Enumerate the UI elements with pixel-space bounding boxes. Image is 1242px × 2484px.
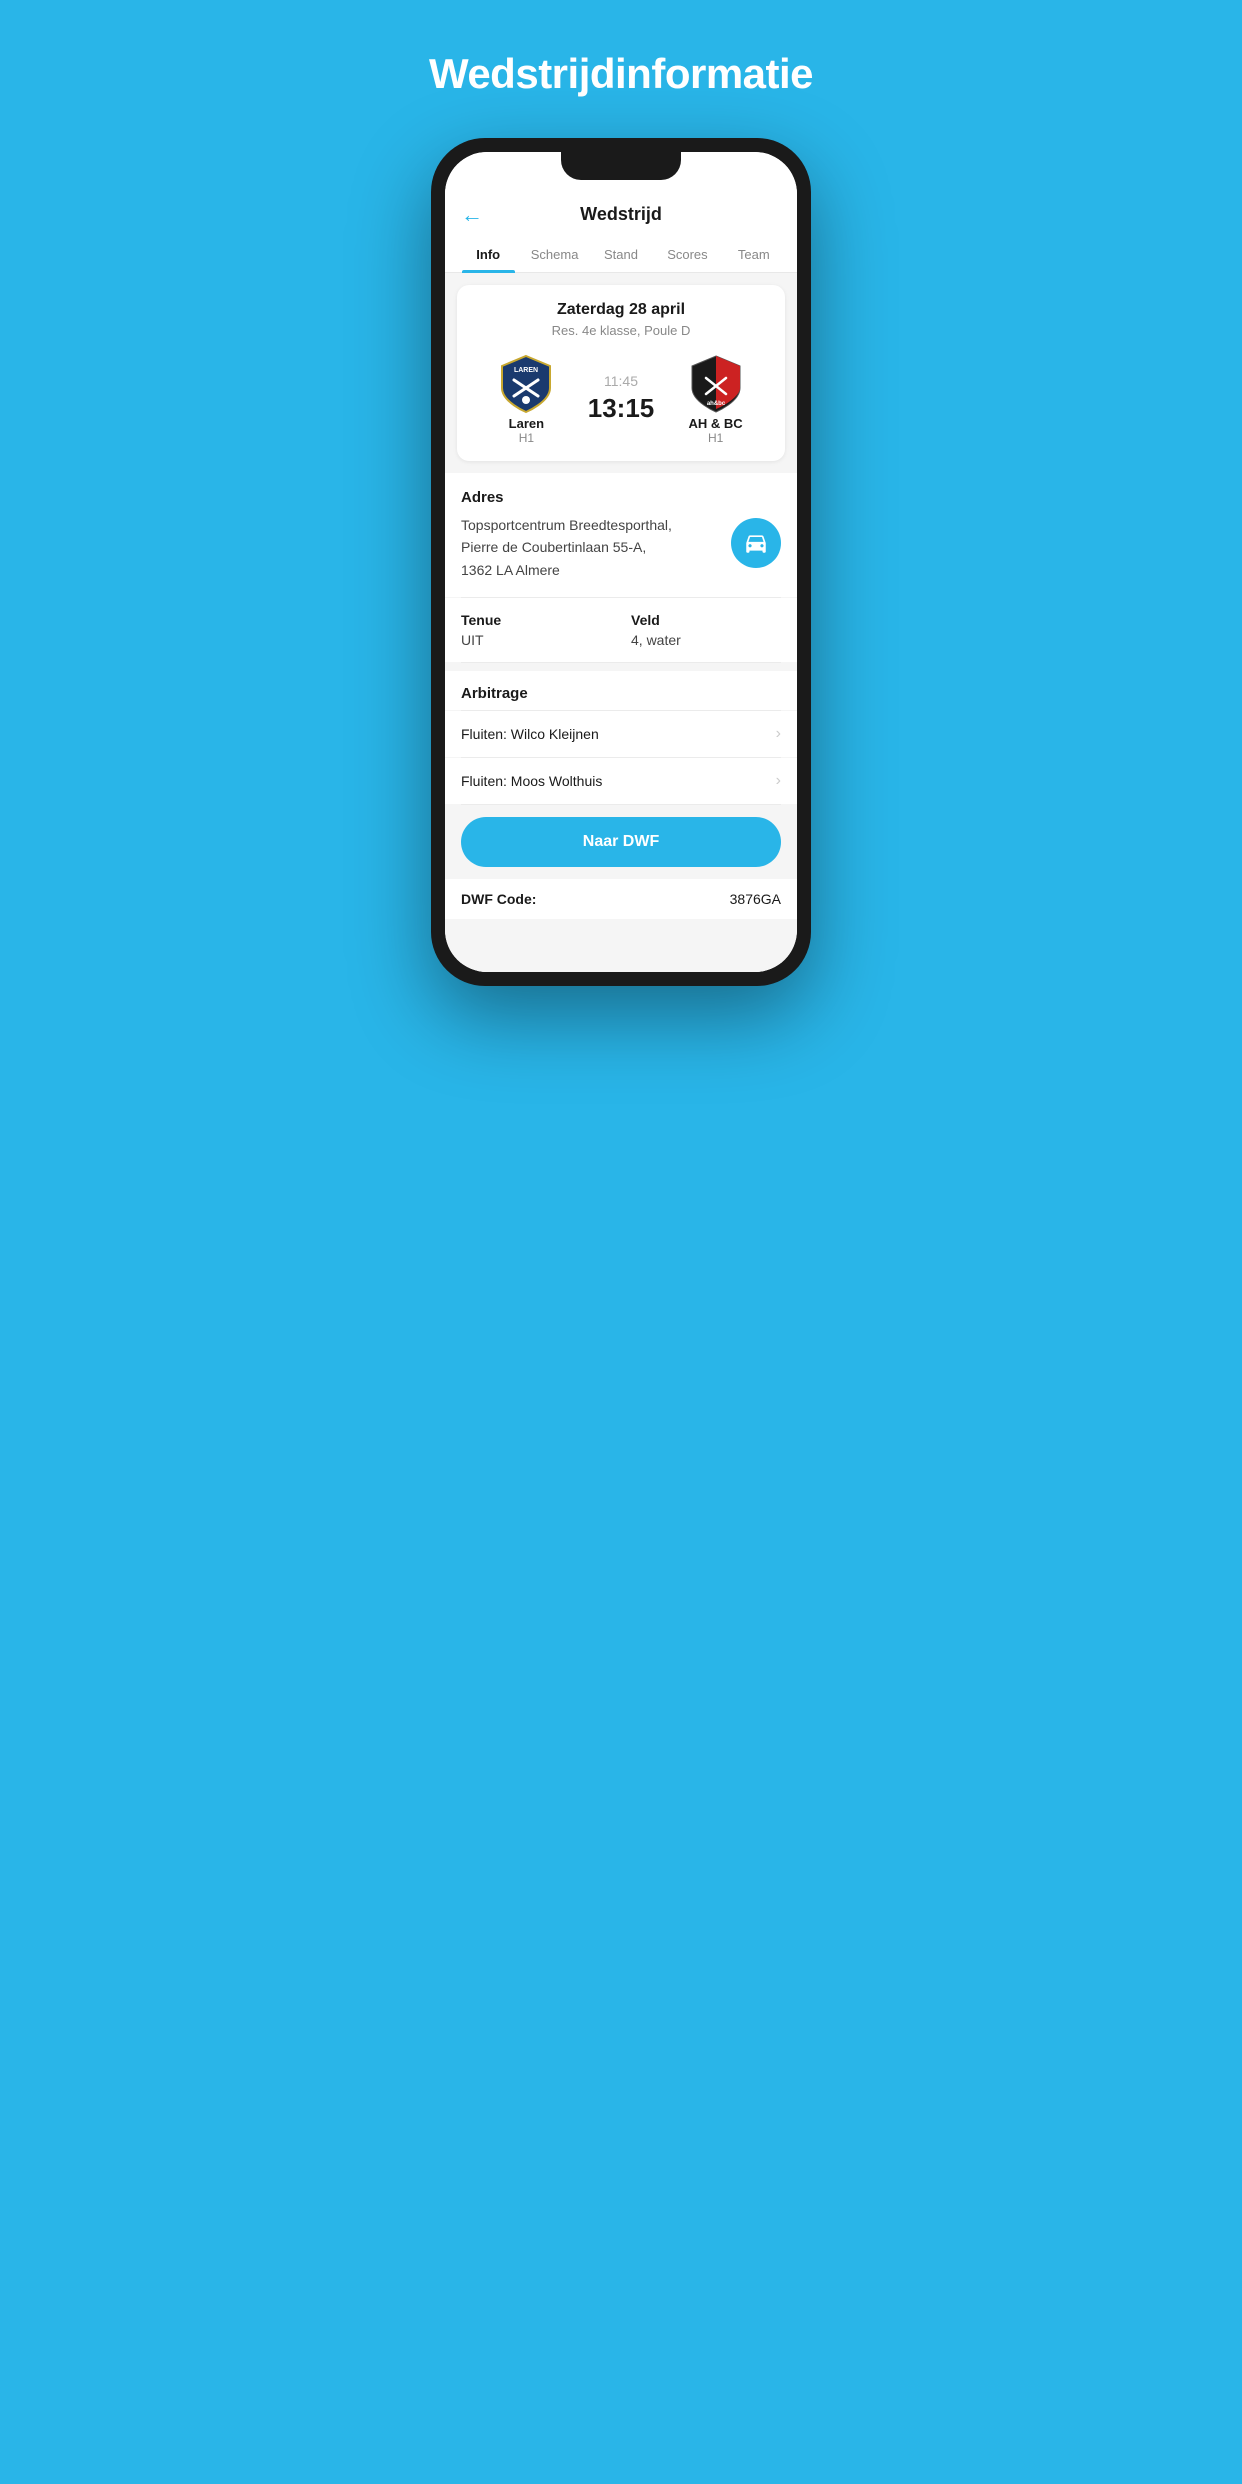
home-team-sub: H1 <box>519 431 534 445</box>
svg-text:ah&bc: ah&bc <box>706 401 725 407</box>
arbitrage-item-1[interactable]: Fluiten: Wilco Kleijnen › <box>445 711 797 757</box>
veld-value: 4, water <box>631 632 781 648</box>
tenue-item: Tenue UIT <box>461 612 611 648</box>
car-icon <box>743 530 769 556</box>
tab-stand[interactable]: Stand <box>588 237 654 272</box>
match-card: Zaterdag 28 april Res. 4e klasse, Poule … <box>457 285 785 461</box>
dwf-code-value: 3876GA <box>730 891 781 907</box>
dwf-code-label: DWF Code: <box>461 891 536 907</box>
tenue-value: UIT <box>461 632 611 648</box>
away-team: ah&bc AH & BC H1 <box>670 352 761 445</box>
home-team-name: Laren <box>509 416 544 431</box>
header-title: Wedstrijd <box>580 204 662 225</box>
tab-bar: Info Schema Stand Scores Team <box>445 237 797 273</box>
arbitrage-text-1: Fluiten: Wilco Kleijnen <box>461 726 599 742</box>
main-content: Zaterdag 28 april Res. 4e klasse, Poule … <box>445 273 797 972</box>
phone-screen: ← Wedstrijd Info Schema Stand Scores Tea… <box>445 152 797 972</box>
arbitrage-item-2[interactable]: Fluiten: Moos Wolthuis › <box>445 758 797 804</box>
away-team-logo: ah&bc <box>684 352 748 416</box>
match-date: Zaterdag 28 april <box>473 301 769 319</box>
veld-label: Veld <box>631 612 781 628</box>
tab-info[interactable]: Info <box>455 237 521 272</box>
match-score: 13:15 <box>588 393 655 424</box>
divider-5 <box>461 804 781 805</box>
match-league: Res. 4e klasse, Poule D <box>473 323 769 338</box>
home-team-logo: LAREN <box>494 352 558 416</box>
tenue-veld-section: Tenue UIT Veld 4, water <box>445 598 797 662</box>
address-label: Adres <box>461 489 781 506</box>
address-text: Topsportcentrum Breedtesporthal,Pierre d… <box>461 514 711 581</box>
away-team-name: AH & BC <box>689 416 743 431</box>
tenue-label: Tenue <box>461 612 611 628</box>
dwf-button[interactable]: Naar DWF <box>461 817 781 867</box>
address-section: Adres Topsportcentrum Breedtesporthal,Pi… <box>445 473 797 597</box>
phone-frame: ← Wedstrijd Info Schema Stand Scores Tea… <box>431 138 811 986</box>
phone-notch <box>561 152 681 180</box>
arbitrage-text-2: Fluiten: Moos Wolthuis <box>461 773 602 789</box>
svg-text:LAREN: LAREN <box>514 367 538 374</box>
dwf-code-row: DWF Code: 3876GA <box>445 879 797 919</box>
home-team: LAREN Laren H1 <box>481 352 572 445</box>
chevron-icon-2: › <box>776 772 781 790</box>
away-team-sub: H1 <box>708 431 723 445</box>
tab-scores[interactable]: Scores <box>654 237 720 272</box>
arbitrage-title: Arbitrage <box>461 685 781 702</box>
match-teams: LAREN Laren H1 11: <box>473 352 769 445</box>
app-header: ← Wedstrijd <box>445 196 797 237</box>
score-area: 11:45 13:15 <box>572 373 671 424</box>
tab-team[interactable]: Team <box>721 237 787 272</box>
chevron-icon-1: › <box>776 725 781 743</box>
match-time: 11:45 <box>604 373 638 389</box>
veld-item: Veld 4, water <box>631 612 781 648</box>
navigation-button[interactable] <box>731 518 781 568</box>
arbitrage-header: Arbitrage <box>445 671 797 710</box>
divider-2 <box>461 662 781 663</box>
app-content: ← Wedstrijd Info Schema Stand Scores Tea… <box>445 152 797 972</box>
back-button[interactable]: ← <box>461 202 483 228</box>
address-row: Topsportcentrum Breedtesporthal,Pierre d… <box>461 514 781 581</box>
page-title: Wedstrijdinformatie <box>429 50 813 98</box>
tab-schema[interactable]: Schema <box>521 237 587 272</box>
